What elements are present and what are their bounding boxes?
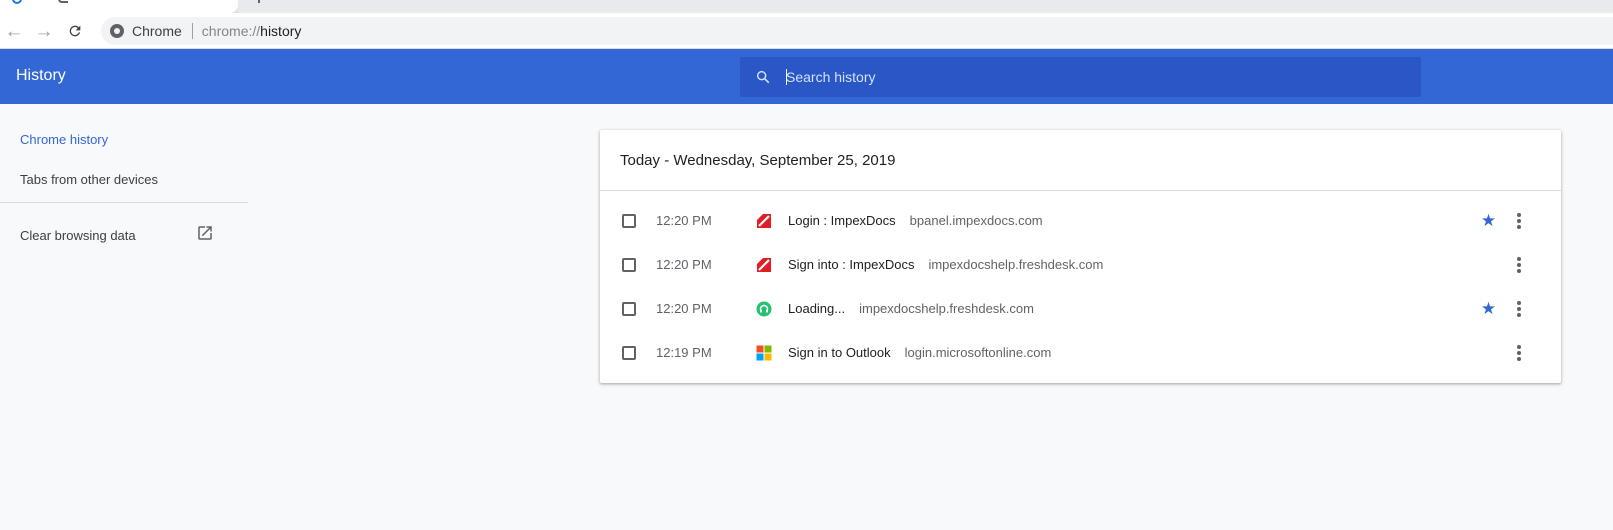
entry-domain: impexdocshelp.freshdesk.com	[859, 301, 1034, 316]
history-card: Today - Wednesday, September 25, 2019 12…	[600, 130, 1561, 383]
open-in-new-icon[interactable]	[196, 224, 214, 242]
browser-toolbar: ← → Chrome chrome://history	[0, 13, 1613, 49]
chrome-icon	[110, 24, 124, 38]
inactive-tab[interactable]	[238, 0, 1613, 13]
history-entry: 12:20 PM Login : ImpexDocs bpanel.impexdo…	[600, 199, 1561, 243]
tab-title-fragment	[58, 0, 68, 3]
sidebar-item-tabs-other-devices[interactable]: Tabs from other devices	[20, 172, 158, 187]
entry-checkbox[interactable]	[622, 346, 636, 360]
entry-link[interactable]: Loading... impexdocshelp.freshdesk.com	[788, 301, 1034, 316]
entry-title: Login : ImpexDocs	[788, 213, 896, 228]
entry-title: Sign into : ImpexDocs	[788, 257, 915, 272]
reload-icon[interactable]	[62, 18, 88, 44]
forward-arrow-icon[interactable]: →	[31, 18, 57, 44]
text-caret	[786, 69, 787, 85]
star-icon[interactable]: ★	[1480, 300, 1497, 317]
back-arrow-icon[interactable]: ←	[1, 18, 27, 44]
entry-domain: impexdocshelp.freshdesk.com	[928, 257, 1104, 272]
address-bar[interactable]: Chrome chrome://history	[101, 17, 1613, 45]
inactive-tab-title-fragment	[258, 0, 260, 3]
sidebar-item-chrome-history[interactable]: Chrome history	[20, 132, 108, 147]
address-divider	[191, 23, 193, 39]
search-icon	[756, 70, 770, 84]
page-title: History	[16, 67, 66, 84]
entry-time: 12:19 PM	[656, 345, 712, 360]
card-divider	[600, 190, 1561, 191]
impexdocs-icon	[757, 258, 771, 272]
url-path: history	[260, 23, 302, 39]
url-scheme: chrome://	[201, 23, 261, 39]
sidebar-item-clear-browsing-data[interactable]: Clear browsing data	[20, 228, 136, 243]
day-heading: Today - Wednesday, September 25, 2019	[620, 152, 896, 169]
entry-link[interactable]: Login : ImpexDocs bpanel.impexdocs.com	[788, 213, 1043, 228]
freshdesk-icon	[756, 301, 772, 317]
history-entry: 12:20 PM Sign into : ImpexDocs impexdocsh…	[600, 243, 1561, 287]
entry-title: Loading...	[788, 301, 846, 316]
star-icon[interactable]: ★	[1480, 212, 1497, 229]
history-entry: 12:19 PM Sign in to Outlook login.microso…	[600, 331, 1561, 375]
entry-domain: login.microsoftonline.com	[904, 345, 1052, 360]
more-actions-icon[interactable]	[1508, 298, 1530, 320]
entry-time: 12:20 PM	[656, 213, 712, 228]
entry-time: 12:20 PM	[656, 257, 712, 272]
tab-strip	[0, 0, 1613, 13]
tab-favicon-icon	[12, 0, 22, 4]
microsoft-icon	[756, 345, 772, 361]
more-actions-icon[interactable]	[1508, 342, 1530, 364]
search-box[interactable]	[740, 57, 1421, 97]
active-tab[interactable]	[0, 0, 238, 13]
entry-title: Sign in to Outlook	[788, 345, 891, 360]
more-actions-icon[interactable]	[1508, 210, 1530, 232]
history-entry: 12:20 PM Loading... impexdocshelp.freshde…	[600, 287, 1561, 331]
search-input[interactable]	[786, 57, 1386, 97]
entry-domain: bpanel.impexdocs.com	[909, 213, 1043, 228]
entry-link[interactable]: Sign into : ImpexDocs impexdocshelp.fresh…	[788, 257, 1103, 272]
impexdocs-icon	[757, 214, 771, 228]
entry-checkbox[interactable]	[622, 302, 636, 316]
sidebar-divider	[0, 202, 248, 203]
history-header: History	[0, 49, 1613, 104]
site-chip-label: Chrome	[132, 23, 182, 39]
more-actions-icon[interactable]	[1508, 254, 1530, 276]
entry-checkbox[interactable]	[622, 214, 636, 228]
entry-link[interactable]: Sign in to Outlook login.microsoftonline.…	[788, 345, 1051, 360]
entry-checkbox[interactable]	[622, 258, 636, 272]
entry-time: 12:20 PM	[656, 301, 712, 316]
